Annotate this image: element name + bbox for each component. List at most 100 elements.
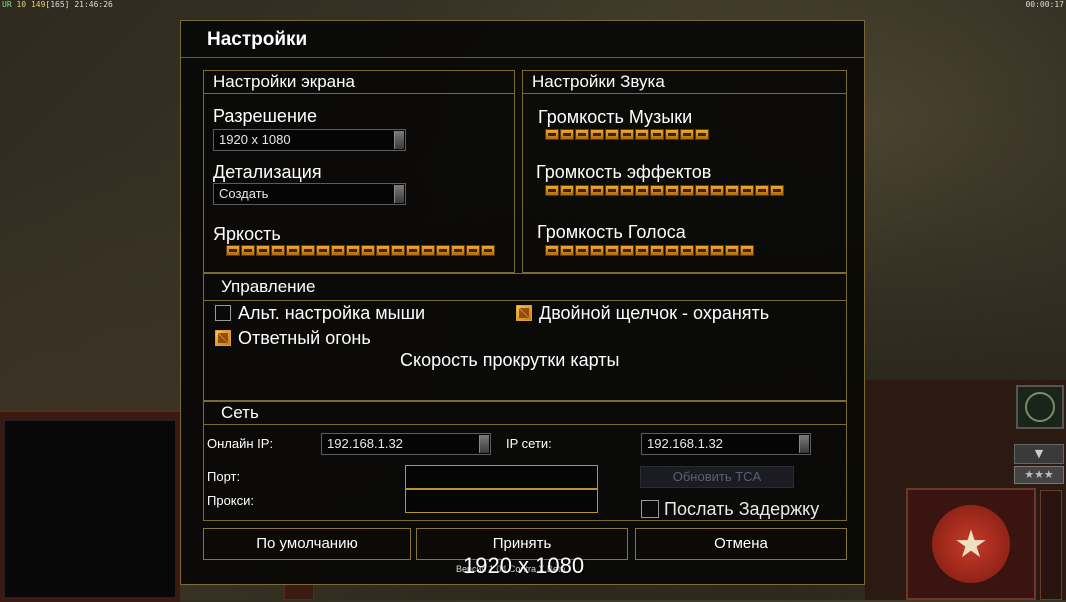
star-icon: ★ (932, 505, 1010, 583)
screen-settings-header: Настройки экрана (204, 71, 514, 94)
slider-segment (665, 185, 679, 196)
slider-segment (635, 129, 649, 140)
slider-segment (391, 245, 405, 256)
slider-segment (545, 129, 559, 140)
hud-game-timer: 00:00:17 (1025, 0, 1064, 9)
alt-mouse-checkbox[interactable] (215, 305, 231, 321)
lan-ip-dropdown[interactable]: 192.168.1.32 (641, 433, 811, 455)
dialog-title: Настройки (207, 29, 308, 50)
double-click-guard-label: Двойной щелчок - охранять (539, 303, 770, 323)
slider-segment (346, 245, 360, 256)
cancel-button[interactable]: Отмена (635, 528, 847, 560)
slider-segment (545, 245, 559, 256)
slider-segment (451, 245, 465, 256)
slider-segment (650, 245, 664, 256)
detail-value: Создать (219, 186, 269, 201)
return-fire-checkbox[interactable] (215, 330, 231, 346)
update-tca-button[interactable]: Обновить TCA (640, 466, 794, 488)
slider-segment (680, 129, 694, 140)
port-input[interactable] (405, 465, 598, 489)
controls-title: Управление (221, 277, 316, 296)
send-delay-checkbox[interactable] (641, 500, 659, 518)
slider-segment (740, 185, 754, 196)
slider-segment (605, 185, 619, 196)
slider-segment (695, 185, 709, 196)
slider-segment (680, 185, 694, 196)
voice-volume-slider[interactable] (545, 245, 755, 258)
slider-segment (590, 185, 604, 196)
brightness-label: Яркость (213, 224, 281, 244)
screen-settings-title: Настройки экрана (213, 72, 355, 91)
slider-segment (241, 245, 255, 256)
rank-stars-button[interactable]: ★★★ (1014, 466, 1064, 484)
hud-value-c: [165] (45, 0, 70, 9)
dropdown-scroll-knob[interactable] (394, 131, 404, 149)
slider-segment (635, 185, 649, 196)
radar-icon (1025, 392, 1055, 422)
radar-button[interactable] (1016, 385, 1064, 429)
slider-segment (256, 245, 270, 256)
slider-segment (406, 245, 420, 256)
slider-segment (740, 245, 754, 256)
slider-segment (560, 185, 574, 196)
network-header: Сеть (204, 402, 846, 425)
brightness-slider[interactable] (226, 245, 496, 258)
unit-panel-screen (4, 420, 176, 598)
music-volume-slider[interactable] (545, 129, 710, 142)
slider-segment (575, 185, 589, 196)
slider-segment (316, 245, 330, 256)
port-label: Порт: (207, 469, 241, 484)
online-ip-label: Онлайн IP: (207, 436, 274, 451)
detail-label: Детализация (213, 162, 322, 182)
hud-clock: 21:46:26 (74, 0, 113, 9)
slider-segment (710, 245, 724, 256)
slider-segment (590, 129, 604, 140)
defaults-button[interactable]: По умолчанию (203, 528, 411, 560)
slider-segment (286, 245, 300, 256)
slider-segment (650, 129, 664, 140)
slider-segment (725, 245, 739, 256)
slider-segment (466, 245, 480, 256)
slider-segment (436, 245, 450, 256)
online-ip-value: 192.168.1.32 (327, 436, 403, 451)
hud-prefix: UR (2, 0, 12, 9)
network-title: Сеть (221, 403, 259, 422)
send-delay-label: Послать Задержку (664, 499, 820, 519)
slider-segment (545, 185, 559, 196)
hud-value-b: 149 (30, 0, 46, 9)
lan-ip-label: IP сети: (506, 436, 552, 451)
online-ip-dropdown[interactable]: 192.168.1.32 (321, 433, 491, 455)
slider-segment (376, 245, 390, 256)
dropdown-scroll-knob[interactable] (799, 435, 809, 453)
slider-segment (725, 185, 739, 196)
slider-segment (301, 245, 315, 256)
unit-panel-left (0, 410, 180, 602)
slider-segment (481, 245, 495, 256)
resolution-value: 1920 x 1080 (219, 132, 291, 147)
slider-segment (650, 185, 664, 196)
chevron-down-icon[interactable]: ▼ (1014, 444, 1064, 464)
slider-segment (620, 129, 634, 140)
options-dialog: Настройки Настройки экрана Разрешение 19… (180, 20, 865, 585)
resolution-dropdown[interactable]: 1920 x 1080 (213, 129, 406, 151)
detail-dropdown[interactable]: Создать (213, 183, 406, 205)
slider-segment (620, 185, 634, 196)
slider-segment (695, 245, 709, 256)
proxy-input[interactable] (405, 489, 598, 513)
slider-segment (695, 129, 709, 140)
slider-segment (665, 129, 679, 140)
slider-segment (575, 129, 589, 140)
slider-segment (331, 245, 345, 256)
effects-volume-slider[interactable] (545, 185, 785, 198)
slider-segment (421, 245, 435, 256)
slider-segment (560, 129, 574, 140)
slider-segment (605, 245, 619, 256)
controls-header: Управление (204, 274, 846, 301)
slider-segment (680, 245, 694, 256)
dropdown-scroll-knob[interactable] (479, 435, 489, 453)
alt-mouse-label: Альт. настройка мыши (238, 303, 426, 323)
double-click-guard-checkbox[interactable] (516, 305, 532, 321)
slider-segment (755, 185, 769, 196)
slider-segment (770, 185, 784, 196)
dropdown-scroll-knob[interactable] (394, 185, 404, 203)
